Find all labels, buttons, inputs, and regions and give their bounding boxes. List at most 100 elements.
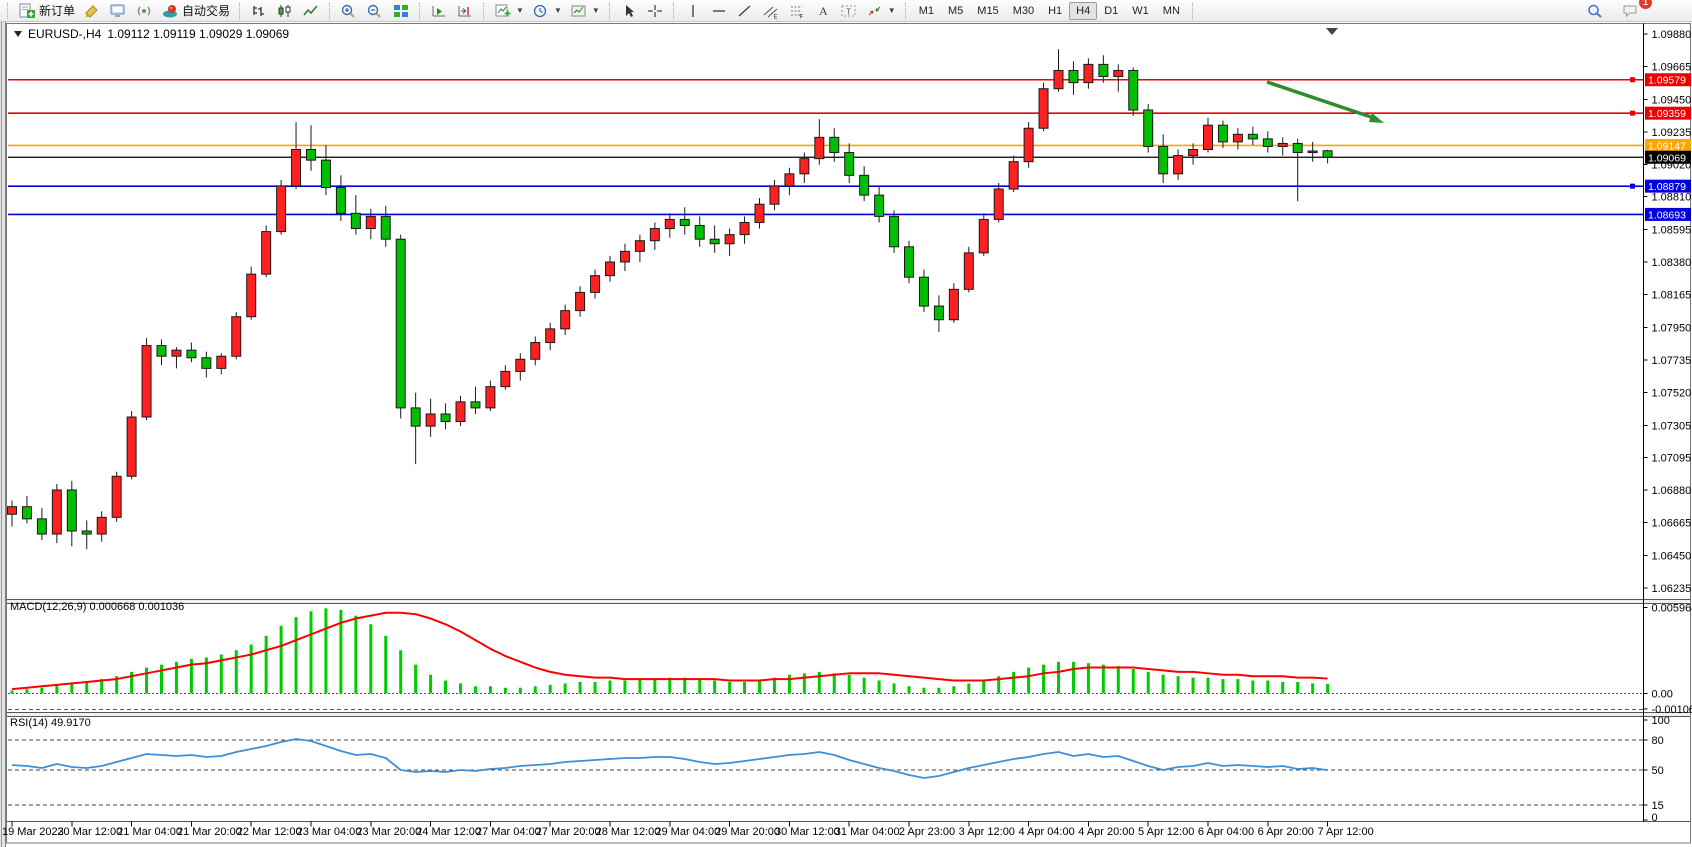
tile-windows-icon	[392, 3, 410, 19]
price-level-badge-label: 1.08693	[1648, 209, 1686, 221]
auto-scroll-button[interactable]	[426, 0, 452, 22]
rsi-tick-label: 0	[1652, 812, 1658, 824]
channel-icon: E	[762, 3, 780, 19]
time-axis-label: 30 Mar 12:00	[775, 826, 840, 838]
timeframe-m15-button[interactable]: M15	[970, 2, 1005, 20]
candle	[949, 283, 958, 323]
timeframe-d1-button[interactable]: D1	[1097, 2, 1125, 20]
periods-button[interactable]: ▼	[528, 0, 566, 22]
trendline-button[interactable]	[732, 0, 758, 22]
toolbar-separator	[7, 3, 9, 19]
price-tick-label: 1.08810	[1652, 192, 1692, 204]
time-axis-label: 29 Mar 20:00	[715, 826, 780, 838]
candle	[979, 213, 988, 256]
line-anchor-marker[interactable]	[1630, 111, 1635, 116]
crosshair-button[interactable]	[642, 0, 668, 22]
timeframe-m1-button[interactable]: M1	[912, 2, 941, 20]
new-order-button[interactable]: 新订单	[14, 0, 79, 22]
crosshair-icon	[646, 3, 664, 19]
candle	[905, 241, 914, 284]
timeframe-m5-button[interactable]: M5	[941, 2, 970, 20]
candle	[890, 210, 899, 253]
candle	[127, 411, 136, 479]
timeframe-mn-button[interactable]: MN	[1156, 2, 1187, 20]
terminal-button[interactable]	[105, 0, 131, 22]
signals-button[interactable]	[131, 0, 157, 22]
zoom-in-icon	[340, 3, 358, 19]
time-axis-label: 4 Apr 20:00	[1078, 826, 1134, 838]
rsi-tick-label: 15	[1652, 800, 1664, 812]
candle	[112, 472, 121, 522]
rsi-indicator-label: RSI(14) 49.9170	[10, 717, 91, 729]
tile-windows-button[interactable]	[388, 0, 414, 22]
chart-shift-button[interactable]	[452, 0, 478, 22]
chart-area[interactable]: 1.098801.096651.094501.092351.090201.088…	[0, 22, 1692, 847]
new-order-icon	[18, 3, 36, 19]
price-tick-label: 1.07520	[1652, 388, 1692, 400]
price-tick-label: 1.07950	[1652, 322, 1692, 334]
line-chart-button[interactable]	[298, 0, 324, 22]
candle-chart-button[interactable]	[272, 0, 298, 22]
timeframe-w1-button[interactable]: W1	[1125, 2, 1156, 20]
highlighter-icon	[83, 3, 101, 19]
text-button[interactable]: A	[810, 0, 836, 22]
dropdown-caret-icon: ▼	[516, 7, 524, 15]
chat-button[interactable]: 1	[1618, 0, 1644, 22]
price-tick-label: 1.09235	[1652, 127, 1692, 139]
price-tick-label: 1.08380	[1652, 257, 1692, 269]
templates-button[interactable]: ▼	[566, 0, 604, 22]
macd-indicator-label: MACD(12,26,9) 0.000668 0.001036	[10, 601, 184, 613]
price-level-badge-label: 1.09359	[1648, 108, 1686, 120]
toolbar-separator	[905, 3, 907, 19]
arrows-button[interactable]: ▼	[862, 0, 900, 22]
time-axis-label: 20 Mar 12:00	[57, 826, 122, 838]
chat-icon	[1622, 3, 1640, 19]
signals-icon	[135, 3, 153, 19]
toolbar-separator	[419, 3, 421, 19]
price-tick-label: 1.06235	[1652, 583, 1692, 595]
highlighter-button[interactable]	[79, 0, 105, 22]
toolbar-separator	[1192, 3, 1194, 19]
text-label-button[interactable]: T	[836, 0, 862, 22]
main-toolbar: 新订单自动交易▼▼▼EFAT▼M1M5M15M30H1H4D1W1MN1	[0, 0, 1692, 22]
time-axis-label: 6 Apr 04:00	[1198, 826, 1254, 838]
cursor-button[interactable]	[616, 0, 642, 22]
time-axis-label: 4 Apr 04:00	[1018, 826, 1074, 838]
candle	[1039, 83, 1048, 132]
equidistant-channel-button[interactable]: E	[758, 0, 784, 22]
indicators-button[interactable]: ▼	[490, 0, 528, 22]
autotrading-button[interactable]: 自动交易	[157, 0, 234, 22]
bar-chart-button[interactable]	[246, 0, 272, 22]
chart-dropdown-icon[interactable]	[14, 31, 22, 37]
text-icon: A	[814, 3, 832, 19]
time-axis-label: 6 Apr 20:00	[1258, 826, 1314, 838]
search-icon	[1586, 3, 1604, 19]
candle	[142, 338, 151, 420]
toolbar-separator	[483, 3, 485, 19]
fibonacci-button[interactable]: F	[784, 0, 810, 22]
candle	[52, 484, 61, 543]
price-tick-label: 1.06665	[1652, 518, 1692, 530]
auto-scroll-icon	[430, 3, 448, 19]
zoom-out-button[interactable]	[362, 0, 388, 22]
time-axis-label: 19 Mar 2023	[2, 826, 64, 838]
line-anchor-marker[interactable]	[1630, 184, 1635, 189]
search-button[interactable]	[1582, 0, 1608, 22]
vertical-line-button[interactable]	[680, 0, 706, 22]
timeframe-m30-button[interactable]: M30	[1006, 2, 1041, 20]
timeframe-h1-button[interactable]: H1	[1041, 2, 1069, 20]
zoom-in-button[interactable]	[336, 0, 362, 22]
horizontal-line-button[interactable]	[706, 0, 732, 22]
candle-chart-icon	[276, 3, 294, 19]
price-tick-label: 1.08595	[1652, 224, 1692, 236]
time-axis-label: 29 Mar 04:00	[655, 826, 720, 838]
candle	[1144, 104, 1153, 153]
line-anchor-marker[interactable]	[1630, 77, 1635, 82]
time-axis-label: 21 Mar 20:00	[177, 826, 242, 838]
toolbar-right-group: 1	[1582, 0, 1644, 22]
periods-icon	[532, 3, 550, 19]
toolbar-separator	[609, 3, 611, 19]
rsi-tick-label: 100	[1652, 715, 1670, 727]
timeframe-h4-button[interactable]: H4	[1069, 2, 1097, 20]
candle	[247, 267, 256, 320]
